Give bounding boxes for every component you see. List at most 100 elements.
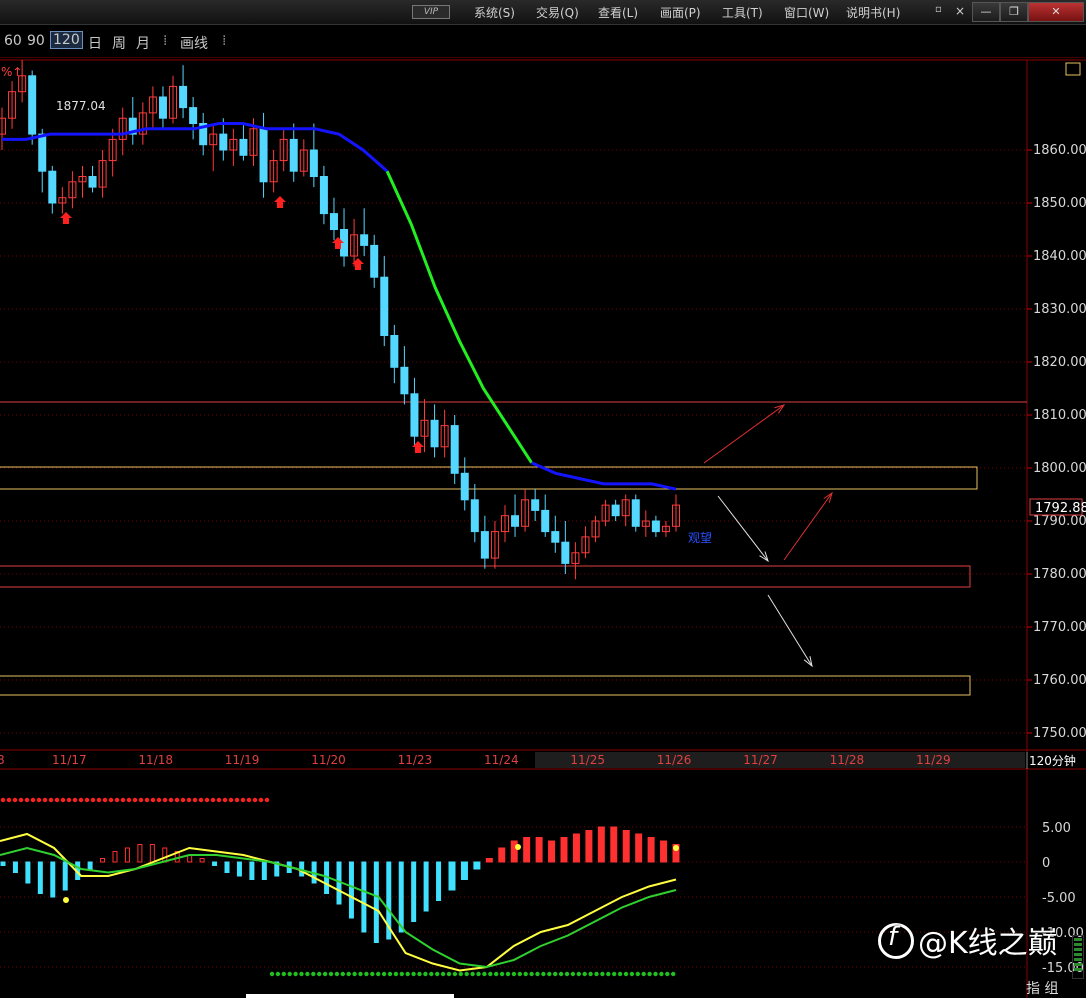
macd-bar — [37, 861, 43, 894]
candle-body — [28, 75, 37, 135]
signal-dot — [499, 971, 505, 977]
date-label: 11/28 — [830, 753, 865, 767]
chart-area[interactable]: 1860.00 1850.00 1840.00 1830.00 1820.00 1810.… — [0, 0, 1086, 998]
macd-bar — [460, 861, 468, 880]
target-box — [0, 675, 971, 696]
signal-dot — [393, 971, 399, 977]
candle-body — [370, 244, 379, 278]
signal-dot — [322, 971, 328, 977]
signal-dot — [600, 971, 605, 977]
signal-dot — [228, 797, 234, 803]
high-label: 1877.04 — [56, 99, 106, 113]
macd-bar — [622, 830, 630, 863]
down-arrow-head — [803, 656, 813, 668]
candle-body — [0, 117, 6, 135]
resistance-box — [0, 466, 978, 490]
signal-dot — [0, 797, 6, 803]
y-tick-label: 1790.00 — [1033, 514, 1086, 529]
signal-dot — [174, 797, 180, 803]
signal-dot — [505, 971, 511, 977]
macd-bar — [585, 830, 593, 863]
signal-dot — [494, 971, 499, 977]
signal-dot — [381, 971, 387, 977]
macd-bar — [348, 861, 354, 919]
y-tick-label: 1810.00 — [1033, 408, 1086, 423]
candle-body — [551, 531, 560, 543]
candle-body — [480, 531, 489, 559]
macd-bar — [411, 861, 417, 922]
candle-body — [390, 335, 399, 368]
candle-body — [179, 85, 188, 109]
signal-dot — [90, 797, 96, 803]
signal-dot — [440, 971, 446, 977]
candle-body — [219, 133, 228, 151]
signal-dot — [405, 971, 410, 977]
signal-dot — [659, 971, 664, 977]
signal-dot — [258, 797, 264, 803]
signal-dot — [6, 797, 12, 803]
candle-body — [329, 213, 338, 231]
signal-dot — [96, 797, 102, 803]
candle-body — [309, 149, 318, 177]
signal-dot — [417, 971, 422, 977]
cross-marker — [673, 845, 679, 851]
date-label: 11/23 — [398, 753, 433, 767]
signal-dot — [370, 971, 375, 977]
support-box — [0, 565, 971, 588]
date-range-highlight — [535, 752, 1025, 768]
signal-dot — [240, 797, 246, 803]
macd-bar — [137, 844, 143, 863]
signal-dot — [264, 797, 270, 803]
cross-marker — [515, 844, 521, 850]
candle-body — [611, 504, 620, 517]
candle-body — [430, 419, 439, 448]
macd-bar — [236, 861, 242, 877]
macd-bar — [261, 861, 267, 880]
macd-bar — [535, 837, 543, 863]
macd-bar — [498, 847, 506, 863]
signal-dot — [311, 971, 316, 977]
signal-dot — [511, 971, 517, 977]
buy-arrow-icon — [60, 212, 72, 224]
macd-bar — [635, 833, 643, 863]
macd-bar — [660, 840, 668, 863]
y-tick-label: 1800.00 — [1033, 461, 1086, 476]
macd-bar — [112, 851, 118, 863]
date-label: 11/17 — [52, 753, 87, 767]
signal-dot — [641, 971, 646, 977]
signal-dot — [612, 971, 617, 977]
signal-dot — [488, 971, 493, 977]
y-tick-label: 1850.00 — [1033, 196, 1086, 211]
macd-bar — [249, 861, 255, 880]
signal-dot — [482, 971, 487, 977]
macd-bar — [523, 837, 531, 863]
signal-dot — [617, 971, 623, 977]
volume-scrollbar[interactable] — [1072, 935, 1084, 979]
signal-dot — [647, 971, 652, 977]
macd-tick-label: 0 — [1042, 856, 1050, 871]
signal-dot — [42, 797, 48, 803]
candle-body — [450, 425, 459, 474]
candle-body — [48, 170, 57, 204]
signal-dot — [665, 971, 670, 977]
signal-dot — [517, 971, 522, 977]
signal-dot — [108, 797, 114, 803]
macd-bar — [436, 861, 442, 901]
candle-body — [189, 107, 198, 124]
current-price-label: 1792.88 — [1035, 501, 1086, 516]
candle-body — [400, 366, 409, 395]
macd-bar — [212, 861, 218, 866]
expand-icon — [1065, 62, 1081, 76]
candle-body — [360, 234, 369, 246]
signal-dot — [150, 797, 156, 803]
bottom-bar[interactable]: 指 组 — [1026, 978, 1086, 998]
signal-dot — [186, 797, 192, 803]
candle-body — [531, 499, 540, 511]
signal-dot — [204, 797, 210, 803]
signal-dot — [346, 971, 351, 977]
macd-bar — [448, 861, 456, 891]
signal-dot — [269, 971, 275, 977]
signal-dot — [60, 797, 66, 803]
signal-dot — [246, 797, 252, 803]
date-label: 11/18 — [138, 753, 173, 767]
